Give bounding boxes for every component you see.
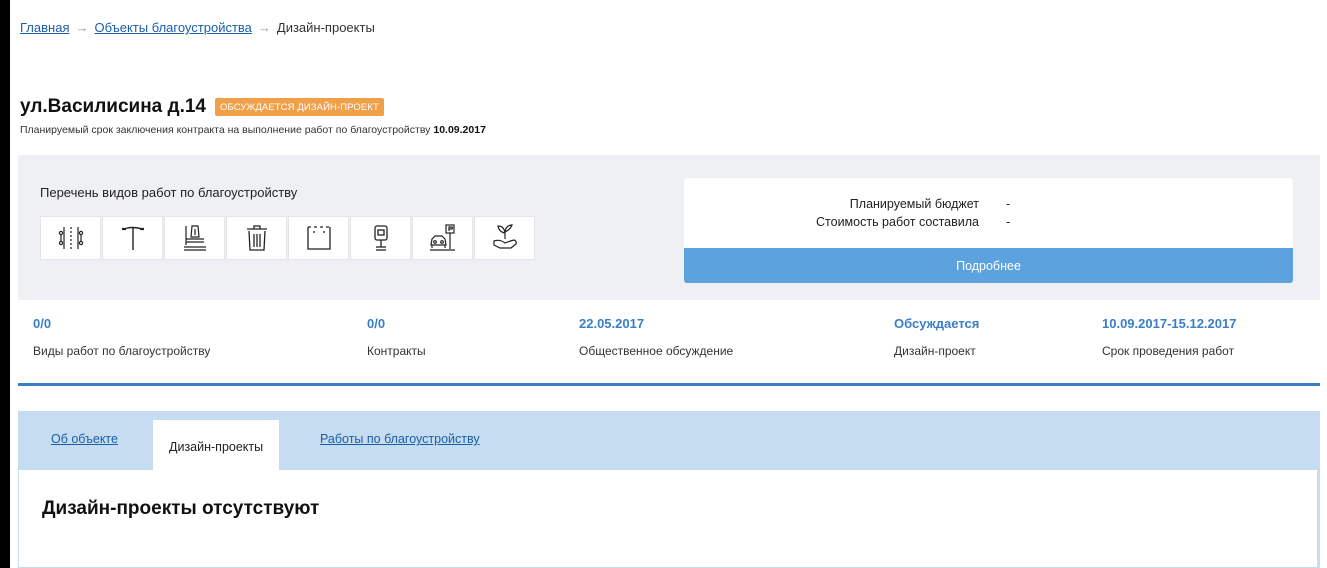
stat-value: 10.09.2017-15.12.2017	[1102, 316, 1237, 331]
trash-bin-icon[interactable]	[226, 216, 287, 260]
breadcrumb-current: Дизайн-проекты	[276, 20, 375, 35]
stat-label: Срок проведения работ	[1102, 344, 1235, 358]
stat-label: Контракты	[367, 344, 426, 358]
divider	[18, 383, 1320, 386]
details-button[interactable]: Подробнее	[684, 248, 1293, 283]
bollard-light-icon[interactable]	[350, 216, 411, 260]
breadcrumb-home-link[interactable]: Главная	[20, 20, 69, 35]
page-title: ул.Василисина д.14	[20, 96, 206, 117]
fence-icon[interactable]	[288, 216, 349, 260]
stat-value: 0/0	[367, 316, 386, 331]
breadcrumb-separator: →	[257, 20, 271, 35]
breadcrumb-separator: →	[75, 20, 89, 35]
object-header: ул.Василисина д.14 ОБСУЖДАЕТСЯ ДИЗАЙН-ПР…	[20, 96, 384, 118]
work-types-icons	[40, 216, 535, 260]
empty-state-heading: Дизайн-проекты отсутствуют	[42, 498, 320, 519]
stat-label: Виды работ по благоустройству	[33, 344, 211, 358]
tab-improvement-works[interactable]: Работы по благоустройству	[320, 432, 480, 446]
tab-content: Дизайн-проекты отсутствуют	[18, 470, 1318, 568]
stat-design-project: Обсуждается Дизайн-проект	[894, 316, 979, 358]
planned-budget-value: -	[1006, 197, 1011, 211]
parking-icon[interactable]	[412, 216, 473, 260]
stat-label: Общественное обсуждение	[579, 344, 734, 358]
stat-work-period: 10.09.2017-15.12.2017 Срок проведения ра…	[1102, 316, 1236, 358]
tab-design-projects[interactable]: Дизайн-проекты	[153, 420, 280, 471]
tab-about-object[interactable]: Об объекте	[51, 432, 118, 446]
bench-playground-icon[interactable]	[164, 216, 225, 260]
fountain-icon[interactable]	[40, 216, 101, 260]
works-summary-panel: Перечень видов работ по благоустройству	[18, 155, 1320, 300]
status-badge: ОБСУЖДАЕТСЯ ДИЗАЙН-ПРОЕКТ	[215, 98, 384, 116]
contract-deadline-label: Планируемый срок заключения контракта на…	[20, 124, 431, 136]
stat-work-types: 0/0 Виды работ по благоустройству	[33, 316, 210, 358]
planned-budget-label: Планируемый бюджет	[849, 197, 979, 211]
works-cost-label: Стоимость работ составила	[816, 215, 979, 229]
budget-card: Планируемый бюджет - Стоимость работ сос…	[684, 178, 1293, 283]
stat-contracts: 0/0 Контракты	[367, 316, 426, 358]
stat-value: 0/0	[33, 316, 52, 331]
stat-public-discussion: 22.05.2017 Общественное обсуждение	[579, 316, 733, 358]
stats-bar: 0/0 Виды работ по благоустройству 0/0 Ко…	[10, 316, 1310, 386]
contract-deadline: Планируемый срок заключения контракта на…	[20, 124, 486, 136]
stat-value: 22.05.2017	[579, 316, 645, 331]
works-list-title: Перечень видов работ по благоустройству	[40, 185, 298, 200]
stat-label: Дизайн-проект	[894, 344, 976, 358]
stat-value: Обсуждается	[894, 316, 980, 331]
breadcrumb: Главная → Объекты благоустройства → Дизайн-п…	[20, 20, 375, 35]
page: Главная → Объекты благоустройства → Дизайн-п…	[10, 0, 1327, 568]
breadcrumb-objects-link[interactable]: Объекты благоустройства	[94, 20, 251, 35]
street-lamp-icon[interactable]	[102, 216, 163, 260]
landscaping-icon[interactable]	[474, 216, 535, 260]
works-cost-value: -	[1006, 215, 1011, 229]
contract-deadline-date: 10.09.2017	[433, 124, 486, 136]
